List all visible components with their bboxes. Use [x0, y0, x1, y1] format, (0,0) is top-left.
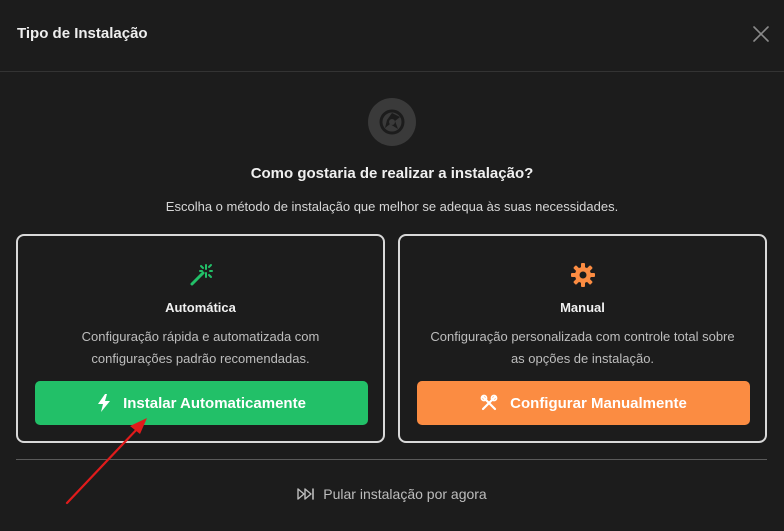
automatic-description-line-1: Configuração rápida e automatizada com [81, 329, 320, 344]
tools-icon [480, 394, 498, 411]
close-button[interactable] [752, 25, 770, 43]
dialog-title: Tipo de Instalação [17, 25, 148, 42]
magic-wand-icon [188, 262, 214, 288]
question-heading: Como gostaria de realizar a instalação? [250, 165, 534, 182]
install-automatically-label: Instalar Automaticamente [123, 394, 306, 412]
app-logo-icon [379, 109, 405, 135]
gear-icon [570, 262, 596, 288]
configure-manually-label: Configurar Manualmente [510, 394, 687, 412]
automatic-option-title: Automática [165, 300, 236, 315]
bolt-icon [98, 394, 111, 412]
app-logo [368, 98, 416, 146]
skip-installation-label: Pular instalação por agora [323, 486, 487, 502]
manual-description-line-2: as opções de instalação. [510, 351, 655, 366]
fast-forward-icon [297, 488, 315, 500]
automatic-option-card: Automática Configuração rápida e automat… [16, 234, 385, 443]
installation-type-dialog: Tipo de Instalação Como gostaria de real… [0, 0, 784, 531]
install-automatically-button[interactable]: Instalar Automaticamente [35, 381, 368, 425]
automatic-option-description: Configuração rápida e automatizada com c… [38, 326, 363, 370]
instruction-text: Escolha o método de instalação que melho… [165, 199, 619, 214]
automatic-description-line-2: configurações padrão recomendadas. [91, 351, 310, 366]
footer-divider [16, 459, 767, 460]
close-icon [753, 26, 769, 42]
skip-installation-link[interactable]: Pular instalação por agora [0, 486, 784, 502]
manual-option-title: Manual [560, 300, 605, 315]
manual-option-description: Configuração personalizada com controle … [420, 326, 745, 370]
dialog-header: Tipo de Instalação [0, 0, 784, 72]
manual-description-line-1: Configuração personalizada com controle … [430, 329, 735, 344]
configure-manually-button[interactable]: Configurar Manualmente [417, 381, 750, 425]
manual-option-card: Manual Configuração personalizada com co… [398, 234, 767, 443]
